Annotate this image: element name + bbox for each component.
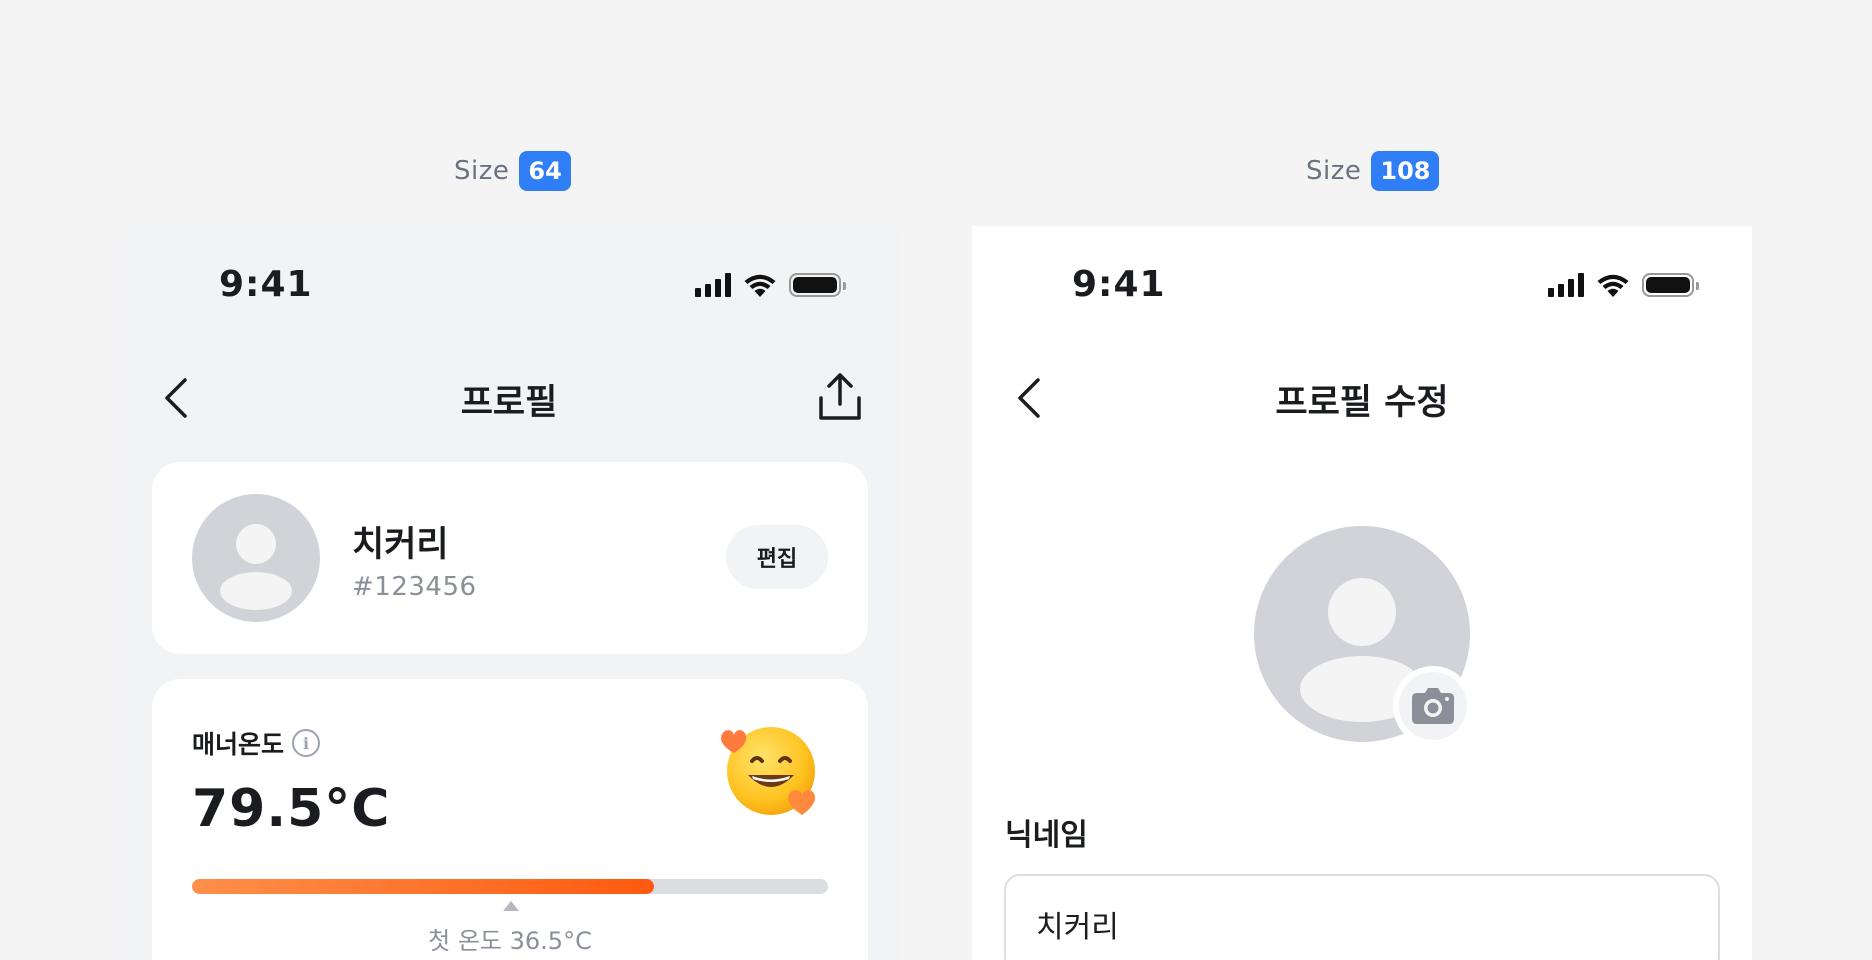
manner-label-text: 매너온도 <box>192 730 285 759</box>
nav-bar: 프로필 <box>119 346 899 446</box>
first-temperature-marker-icon <box>503 901 519 911</box>
status-bar: 9:41 <box>972 226 1752 346</box>
status-time: 9:41 <box>1072 264 1166 305</box>
size-label-text: Size <box>1306 156 1362 186</box>
profile-screen: 9:41 프로필 치커리 #123456 편집 매너온도 i 79.5°C 첫 … <box>119 226 899 960</box>
manner-temperature: 79.5°C <box>192 779 391 839</box>
first-temperature-label: 첫 온도 36.5°C <box>428 927 592 955</box>
manner-temperature-card: 매너온도 i 79.5°C 첫 온도 36.5°C <box>152 679 868 960</box>
cellular-signal-icon <box>1548 273 1584 297</box>
size-label-64: Size 64 <box>454 151 571 191</box>
nickname-input[interactable] <box>1004 874 1720 960</box>
share-icon[interactable] <box>817 372 863 422</box>
nav-bar: 프로필 수정 <box>972 346 1752 446</box>
cellular-signal-icon <box>695 273 731 297</box>
manner-progress-bar <box>192 879 828 894</box>
edit-profile-screen: 9:41 프로필 수정 닉네임 <box>972 226 1752 960</box>
page-title: 프로필 <box>460 383 558 423</box>
manner-label: 매너온도 i <box>192 725 321 761</box>
edit-profile-button[interactable]: 편집 <box>726 525 828 589</box>
wifi-icon <box>744 274 776 297</box>
profile-id: #123456 <box>352 572 477 602</box>
wifi-icon <box>1597 274 1629 297</box>
camera-icon <box>1412 688 1454 724</box>
nickname-label: 닉네임 <box>1005 818 1088 853</box>
change-photo-button[interactable] <box>1393 666 1473 746</box>
status-icons <box>695 272 846 298</box>
status-bar: 9:41 <box>119 226 899 346</box>
size-badge: 64 <box>519 151 571 191</box>
size-label-text: Size <box>454 156 510 186</box>
status-icons <box>1548 272 1699 298</box>
smiling-face-with-hearts-icon <box>721 727 816 815</box>
status-time: 9:41 <box>219 264 313 305</box>
profile-card: 치커리 #123456 편집 <box>152 462 868 654</box>
battery-icon <box>1642 273 1699 297</box>
profile-name: 치커리 <box>352 525 449 565</box>
info-icon[interactable]: i <box>292 729 321 757</box>
size-label-108: Size 108 <box>1306 151 1440 191</box>
size-badge: 108 <box>1371 151 1440 191</box>
battery-icon <box>789 273 846 297</box>
page-title: 프로필 수정 <box>1275 383 1449 423</box>
avatar <box>192 494 320 622</box>
